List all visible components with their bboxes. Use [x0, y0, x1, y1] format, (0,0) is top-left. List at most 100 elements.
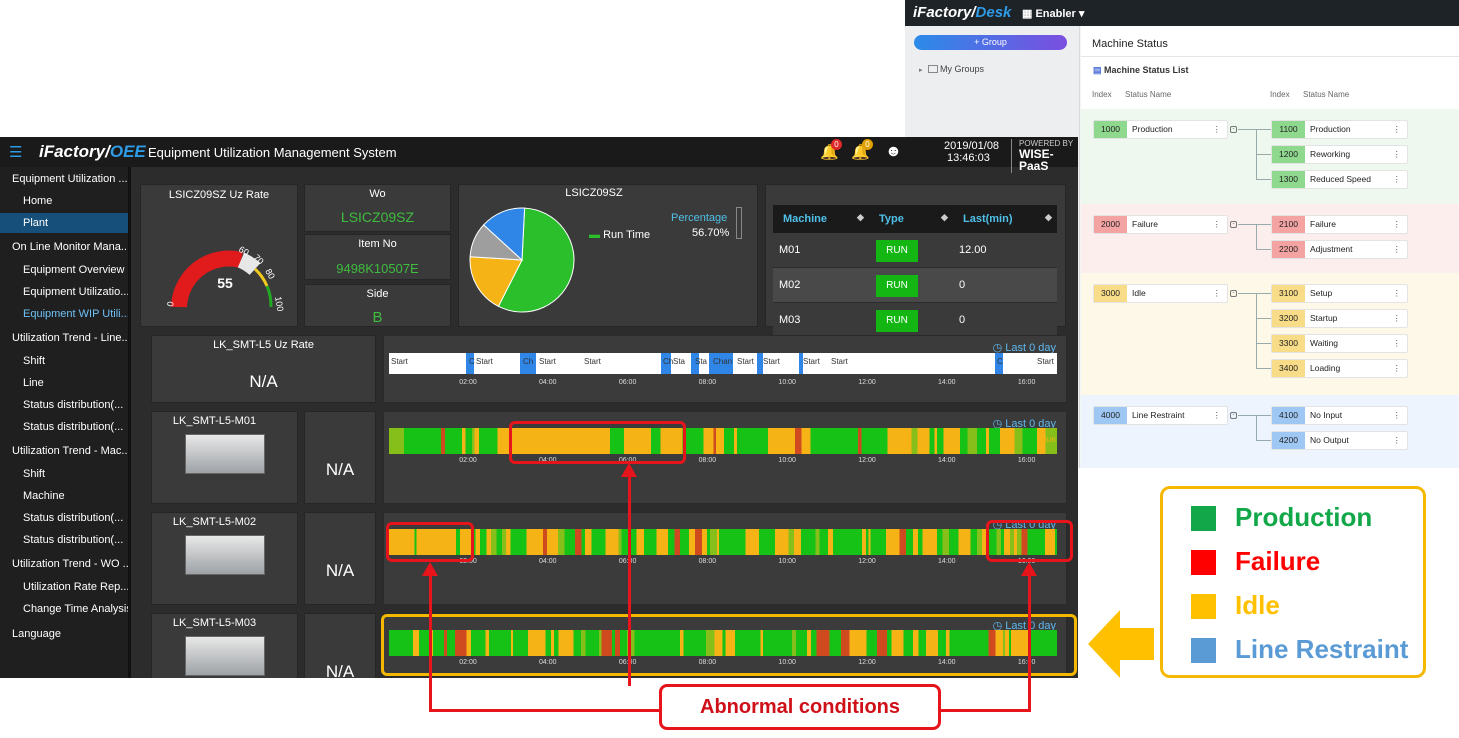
machine-cell: M01 — [779, 244, 801, 256]
collapse-icon[interactable]: - — [1230, 290, 1237, 297]
nav-item[interactable]: Equipment Utilizatio... — [0, 282, 128, 302]
status-name: No Input — [1310, 410, 1343, 420]
more-icon[interactable]: ⋮ — [1393, 285, 1402, 302]
nav-item[interactable]: Utilization Trend - Line... — [0, 328, 128, 348]
more-icon[interactable]: ⋮ — [1393, 360, 1402, 377]
more-icon[interactable]: ⋮ — [1393, 432, 1402, 449]
wo-card: Wo LSICZ09SZ — [304, 184, 451, 232]
nav-item[interactable]: Status distribution(... — [0, 417, 128, 437]
table-row[interactable]: M01 RUN 12.00 — [773, 233, 1057, 268]
more-icon[interactable]: ⋮ — [1393, 241, 1402, 258]
more-icon[interactable]: ⋮ — [1213, 407, 1222, 424]
more-icon[interactable]: ⋮ — [1393, 335, 1402, 352]
status-child-item[interactable]: 3300 Waiting ⋮ — [1271, 334, 1408, 353]
line-timeline-bar[interactable]: Start C Start Ch Start Start Ch Sta Sta Chan Start… — [389, 353, 1057, 374]
nav-item[interactable]: Utilization Trend - WO ... — [0, 554, 128, 574]
status-child-item[interactable]: 2200 Adjustment ⋮ — [1271, 240, 1408, 259]
time-tick: 02:00 — [459, 379, 477, 386]
page-title: Machine Status — [1092, 38, 1168, 50]
time-tick: 04:00 — [539, 379, 557, 386]
status-child-item[interactable]: 2100 Failure ⋮ — [1271, 215, 1408, 234]
nav-item[interactable]: Language — [0, 624, 128, 644]
status-child-item[interactable]: 1100 Production ⋮ — [1271, 120, 1408, 139]
my-groups-item[interactable]: ▸ My Groups — [919, 64, 984, 74]
status-child-item[interactable]: 3400 Loading ⋮ — [1271, 359, 1408, 378]
table-row[interactable]: M02 RUN 0 — [773, 268, 1057, 303]
tree-connector — [1256, 249, 1272, 250]
nav-item[interactable]: Equipment Overview — [0, 260, 128, 280]
machine-card[interactable]: LK_SMT-L5-M03 — [151, 613, 298, 678]
more-icon[interactable]: ⋮ — [1393, 407, 1402, 424]
nav-item[interactable]: Status distribution(... — [0, 530, 128, 550]
workspace-label: Enabler — [1035, 8, 1076, 20]
user-icon[interactable]: ☻ — [885, 143, 902, 161]
more-icon[interactable]: ⋮ — [1213, 216, 1222, 233]
more-icon[interactable]: ⋮ — [1393, 216, 1402, 233]
table-row[interactable]: M03 RUN 0 — [773, 303, 1057, 338]
status-group: 4000 Line Restraint ⋮ - 4100 No Input ⋮ 4200 No … — [1081, 395, 1459, 468]
status-child-item[interactable]: 1200 Reworking ⋮ — [1271, 145, 1408, 164]
header-last[interactable]: Last(min) — [963, 213, 1013, 225]
system-title: Equipment Utilization Management System — [148, 145, 397, 160]
nav-item[interactable]: On Line Monitor Mana... — [0, 237, 128, 257]
more-icon[interactable]: ⋮ — [1213, 285, 1222, 302]
nav-item[interactable]: Utilization Trend - Mac... — [0, 441, 128, 461]
collapse-icon[interactable]: - — [1230, 221, 1237, 228]
menu-icon[interactable]: ☰ — [9, 143, 22, 161]
status-parent-item[interactable]: 2000 Failure ⋮ — [1093, 215, 1228, 234]
nav-item[interactable]: Utilization Rate Rep... — [0, 577, 128, 597]
nav-item[interactable]: Line — [0, 373, 128, 393]
status-parent-item[interactable]: 1000 Production ⋮ — [1093, 120, 1228, 139]
machine-card[interactable]: LK_SMT-L5-M01 — [151, 411, 298, 504]
legend-label: Failure — [1235, 546, 1321, 576]
status-parent-item[interactable]: 4000 Line Restraint ⋮ — [1093, 406, 1228, 425]
machine-card[interactable]: LK_SMT-L5-M02 — [151, 512, 298, 605]
nav-item[interactable]: Equipment WIP Utili... — [0, 304, 128, 324]
status-child-item[interactable]: 4200 No Output ⋮ — [1271, 431, 1408, 450]
nav-item[interactable]: Equipment Utilization ... — [0, 169, 128, 189]
machine-rate-value: N/A — [325, 561, 355, 580]
status-child-item[interactable]: 3100 Setup ⋮ — [1271, 284, 1408, 303]
sort-icon[interactable]: ◆ — [1045, 212, 1052, 223]
status-parent-item[interactable]: 3000 Idle ⋮ — [1093, 284, 1228, 303]
collapse-icon[interactable]: - — [1230, 412, 1237, 419]
sort-icon[interactable]: ◆ — [941, 212, 948, 223]
nav-item[interactable]: Status distribution(... — [0, 395, 128, 415]
nav-item[interactable]: Home — [0, 191, 128, 211]
more-icon[interactable]: ⋮ — [1393, 121, 1402, 138]
header-machine[interactable]: Machine — [783, 213, 827, 225]
nav-item[interactable]: Shift — [0, 464, 128, 484]
nav-item[interactable]: Plant — [0, 213, 128, 233]
sort-icon[interactable]: ◆ — [857, 212, 864, 223]
status-name: Line Restraint — [1132, 410, 1185, 420]
status-name: Failure — [1310, 219, 1336, 229]
status-child-item[interactable]: 3200 Startup ⋮ — [1271, 309, 1408, 328]
time-tick: 16:00 — [1017, 457, 1036, 464]
arrow-line-3 — [1028, 573, 1031, 712]
collapse-icon[interactable]: - — [1230, 126, 1237, 133]
more-icon[interactable]: ⋮ — [1213, 121, 1222, 138]
status-child-item[interactable]: 1300 Reduced Speed ⋮ — [1271, 170, 1408, 189]
more-icon[interactable]: ⋮ — [1393, 146, 1402, 163]
status-index: 4000 — [1094, 407, 1127, 424]
nav-item[interactable]: Machine — [0, 486, 128, 506]
nav-item[interactable]: Status distribution(... — [0, 508, 128, 528]
status-name: Startup — [1310, 313, 1338, 323]
workspace-switcher[interactable]: ▦ Enabler ▾ — [1022, 7, 1084, 20]
machine-status-bar[interactable] — [389, 428, 1057, 454]
header-type[interactable]: Type — [879, 213, 904, 225]
machine-status-list-title: ▤ Machine Status List — [1093, 65, 1189, 76]
desk-logo[interactable]: iFactory/Desk — [913, 4, 1011, 21]
more-icon[interactable]: ⋮ — [1393, 310, 1402, 327]
nav-item[interactable]: Change Time Analysis — [0, 599, 128, 619]
add-group-button[interactable]: + Group — [914, 35, 1067, 50]
machine-image — [185, 535, 265, 575]
gauge-green-arc — [265, 285, 273, 308]
machine-status-bar[interactable] — [389, 529, 1057, 555]
nav-item[interactable]: Shift — [0, 351, 128, 371]
yellow-arrow-icon — [1088, 610, 1154, 678]
more-icon[interactable]: ⋮ — [1393, 171, 1402, 188]
scrollbar[interactable] — [736, 207, 742, 239]
status-index: 3300 — [1272, 335, 1305, 352]
status-child-item[interactable]: 4100 No Input ⋮ — [1271, 406, 1408, 425]
